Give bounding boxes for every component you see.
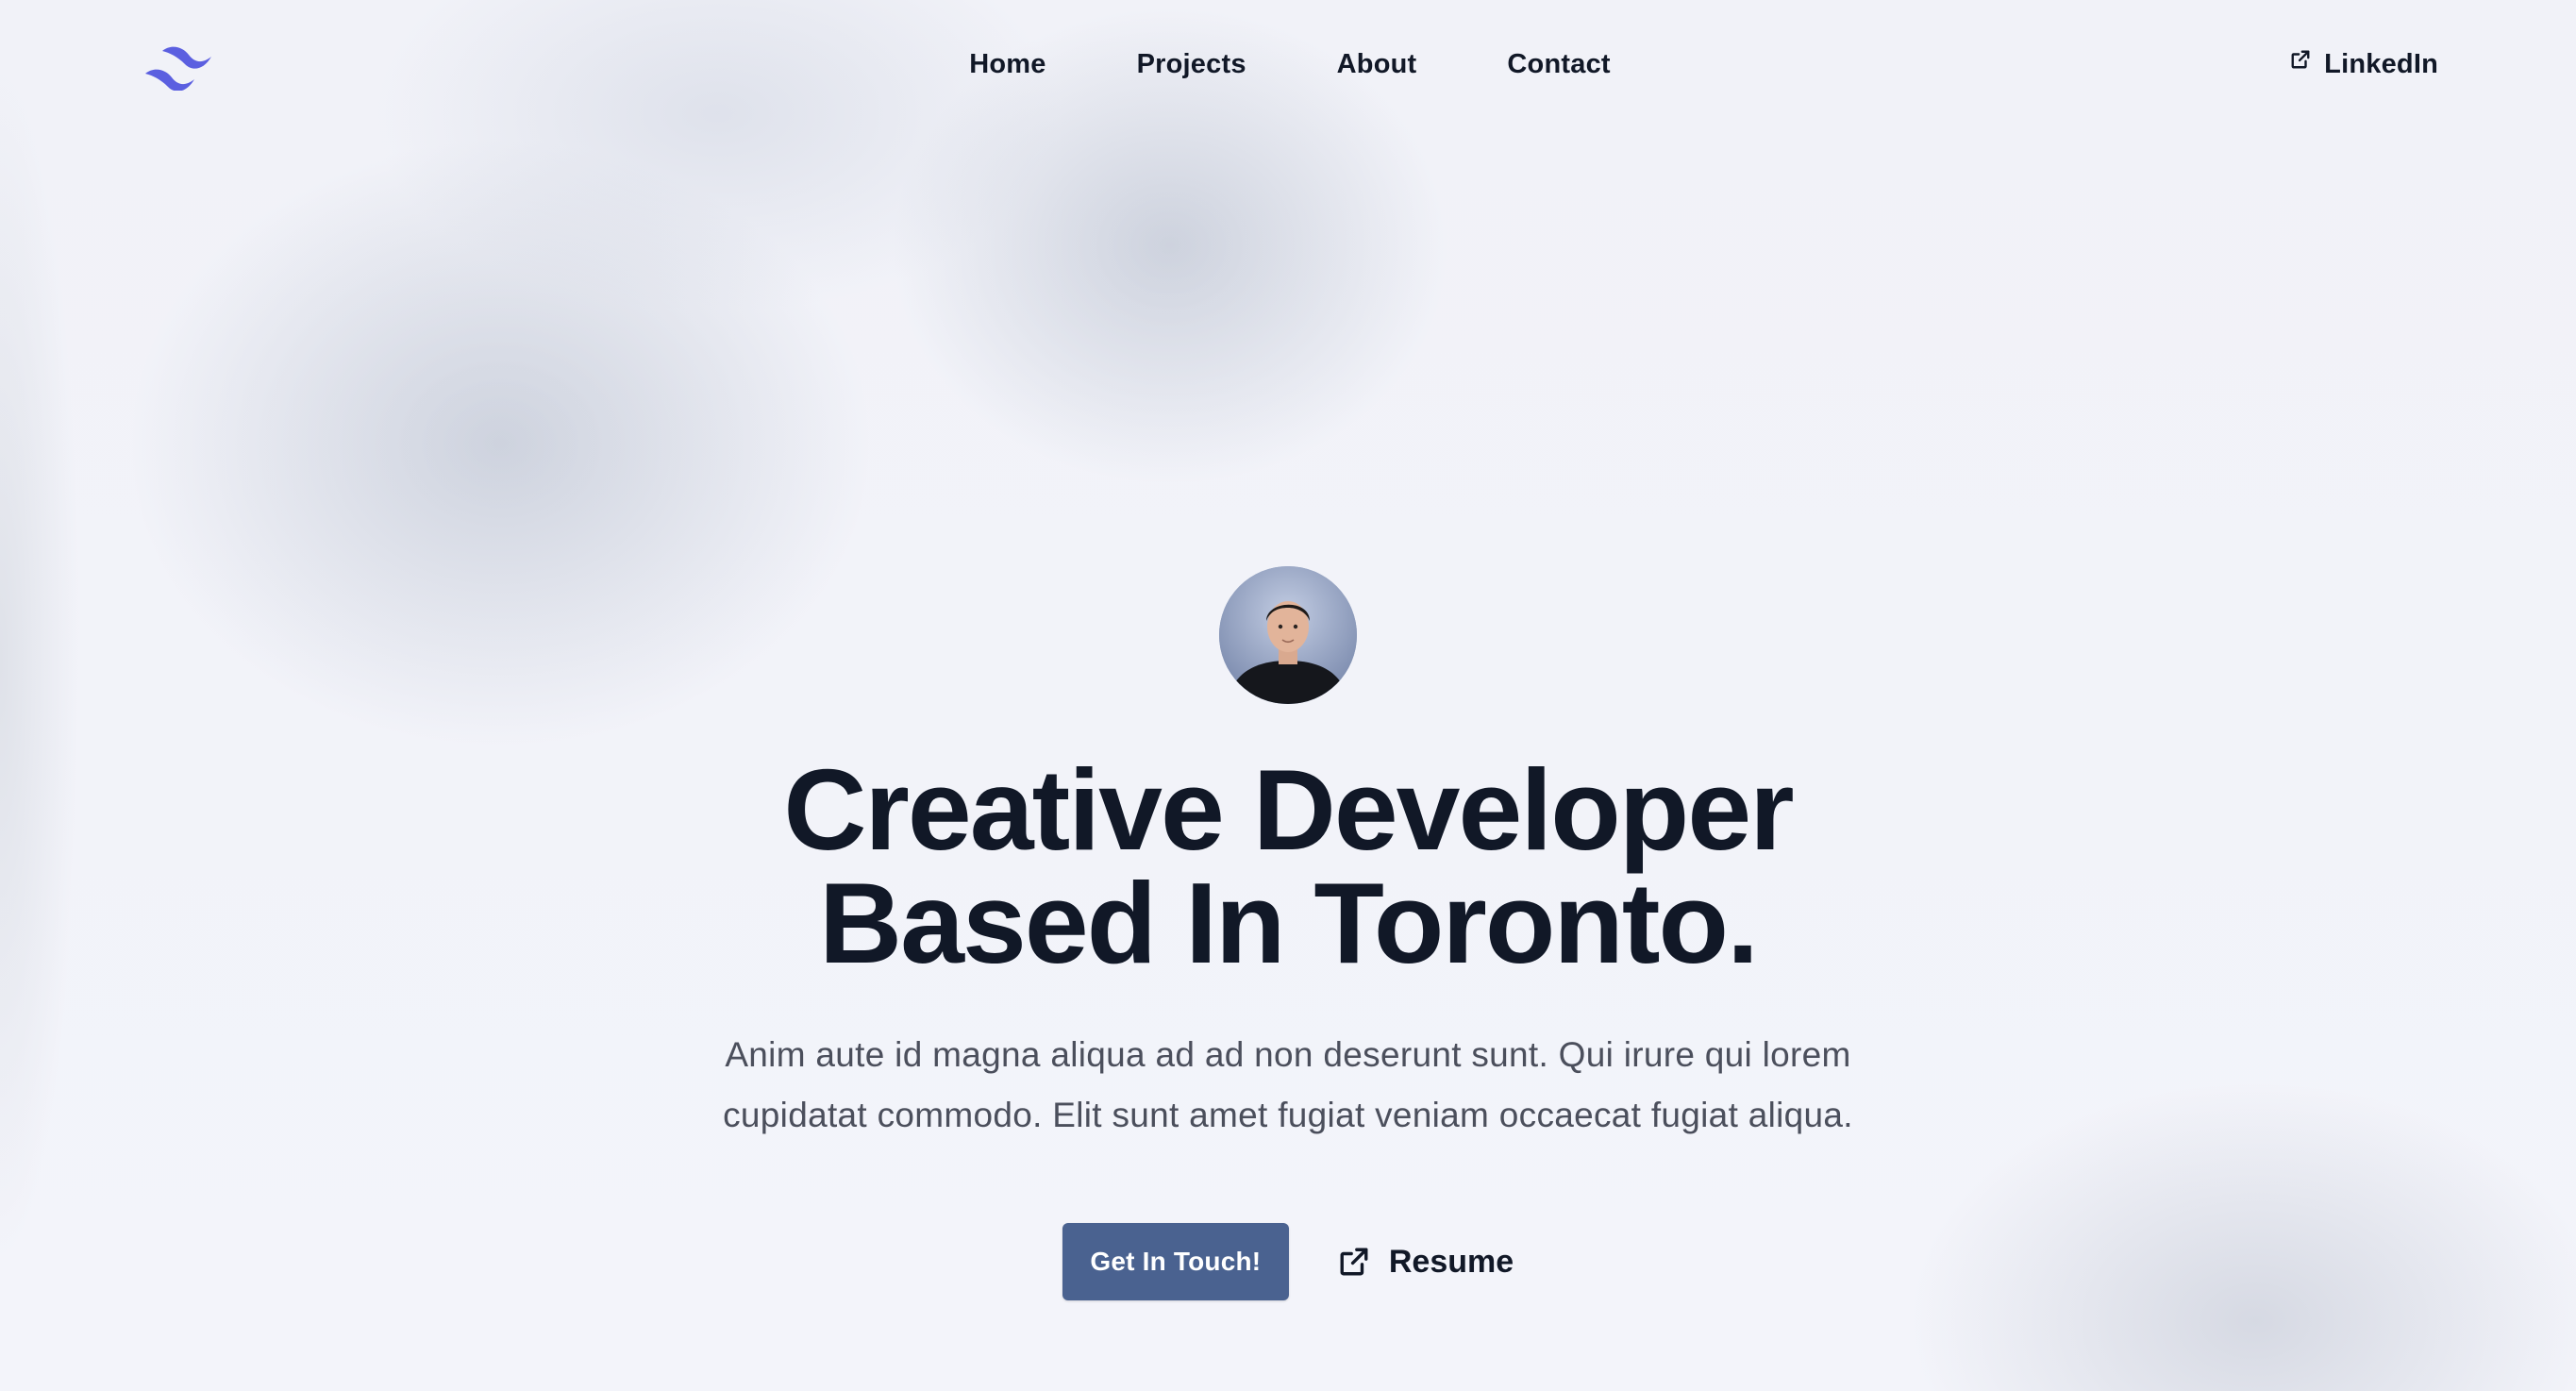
headline-line-2: Based In Toronto. [819,859,1759,987]
get-in-touch-button[interactable]: Get In Touch! [1062,1223,1289,1300]
page-title: Creative Developer Based In Toronto. [783,746,1794,987]
profile-photo-icon [1219,566,1357,704]
resume-link[interactable]: Resume [1338,1244,1514,1281]
top-navigation: Home Projects About Contact LinkedIn [0,0,2576,134]
external-link-icon [1340,1248,1368,1276]
external-link-icon [2291,50,2310,69]
resume-label: Resume [1388,1243,1514,1280]
nav-links: Home Projects About Contact [0,49,2576,80]
linkedin-label: LinkedIn [2324,49,2438,79]
headline-line-1: Creative Developer [783,746,1794,874]
avatar [1219,566,1357,704]
nav-about-link[interactable]: About [1337,49,1417,80]
nav-contact-link[interactable]: Contact [1507,49,1610,80]
nav-projects-link[interactable]: Projects [1137,49,1246,80]
hero-section: Creative Developer Based In Toronto. Ani… [0,566,2576,1300]
hero-description: Anim aute id magna aliqua ad ad non dese… [723,1035,1853,1134]
nav-home-link[interactable]: Home [969,49,1045,80]
cta-row: Get In Touch! Resume [1062,1223,1514,1300]
linkedin-link[interactable]: LinkedIn [2290,49,2438,80]
